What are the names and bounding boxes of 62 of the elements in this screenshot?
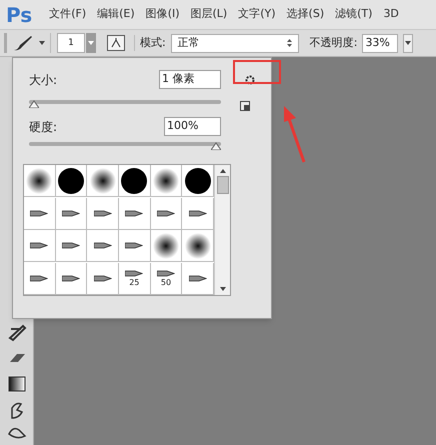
brush-tip-icon[interactable] xyxy=(188,274,207,282)
brush-tip-icon[interactable] xyxy=(94,241,112,250)
brush-preset-picker[interactable]: 1 xyxy=(57,33,85,53)
opacity-label: 不透明度: xyxy=(310,34,358,51)
size-label: 大小: xyxy=(29,72,58,88)
opacity-field[interactable]: 33% xyxy=(362,34,398,52)
up-down-arrows-icon xyxy=(286,39,292,47)
caret-icon xyxy=(88,41,94,45)
menu-item[interactable]: 3D xyxy=(383,6,399,23)
menu-item[interactable]: 文件(F) xyxy=(49,6,86,23)
menu-item[interactable]: 编辑(E) xyxy=(97,6,135,23)
brush-tip-icon[interactable] xyxy=(156,208,175,218)
brush-size-label: 50 xyxy=(160,278,172,287)
brush-tip-icon[interactable] xyxy=(156,269,175,278)
hardness-label: 硬度: xyxy=(29,118,58,136)
brush-tip-icon[interactable] xyxy=(94,208,112,218)
caret-icon[interactable] xyxy=(39,41,45,45)
panel-toggle-icon[interactable] xyxy=(107,35,125,51)
soft-brush-icon[interactable] xyxy=(152,232,179,258)
hard-brush-icon[interactable] xyxy=(184,168,211,194)
brush-tip-icon[interactable] xyxy=(30,274,48,282)
brush-tool-icon[interactable] xyxy=(6,322,26,342)
slider-thumb[interactable] xyxy=(29,100,39,108)
caret-icon xyxy=(405,41,412,45)
brush-tip-icon[interactable] xyxy=(62,241,80,250)
menu-item[interactable]: 文字(Y) xyxy=(238,6,276,23)
scroll-down-icon[interactable] xyxy=(220,287,226,291)
hardness-slider[interactable] xyxy=(29,140,221,150)
hard-brush-icon[interactable] xyxy=(58,168,84,194)
hard-brush-icon[interactable] xyxy=(121,168,148,194)
gradient-icon[interactable] xyxy=(6,374,26,394)
menu-item[interactable]: 滤镜(T) xyxy=(335,6,372,23)
menu-item[interactable]: 图像(I) xyxy=(146,6,180,23)
brush-tip-icon[interactable] xyxy=(125,241,144,250)
brush-tip-icon[interactable] xyxy=(30,208,48,218)
mode-select[interactable]: 正常 xyxy=(170,34,299,52)
soft-brush-icon[interactable] xyxy=(90,168,116,194)
grip-icon xyxy=(4,33,7,53)
scroll-up-icon[interactable] xyxy=(220,169,226,173)
brush-size-label: 25 xyxy=(129,278,140,287)
brush-tip-icon[interactable] xyxy=(30,241,48,250)
size-slider[interactable] xyxy=(29,98,221,108)
slider-thumb[interactable] xyxy=(211,142,221,150)
soft-brush-icon[interactable] xyxy=(152,168,179,194)
menu-item[interactable]: 图层(L) xyxy=(190,6,228,23)
dropdown-button[interactable] xyxy=(403,34,414,52)
brush-tip-icon[interactable] xyxy=(62,208,80,218)
soft-brush-icon[interactable] xyxy=(184,232,211,258)
highlight-box xyxy=(233,60,281,84)
size-field[interactable]: 1 像素 xyxy=(159,70,221,89)
hardness-field[interactable]: 100% xyxy=(164,117,221,136)
brush-tip-icon[interactable] xyxy=(188,208,207,218)
brush-tip-icon[interactable] xyxy=(62,274,80,282)
mode-label: 模式: xyxy=(134,34,166,52)
brush-tip-icon[interactable] xyxy=(94,274,112,282)
soft-brush-icon[interactable] xyxy=(26,168,52,194)
menu-item[interactable]: 选择(S) xyxy=(286,6,324,23)
scroll-thumb[interactable] xyxy=(216,176,228,194)
app-logo[interactable]: Ps xyxy=(6,0,32,30)
brush-tip-icon[interactable] xyxy=(125,269,144,278)
brush-tip-icon[interactable] xyxy=(125,208,144,218)
new-preset-icon[interactable] xyxy=(240,101,250,111)
